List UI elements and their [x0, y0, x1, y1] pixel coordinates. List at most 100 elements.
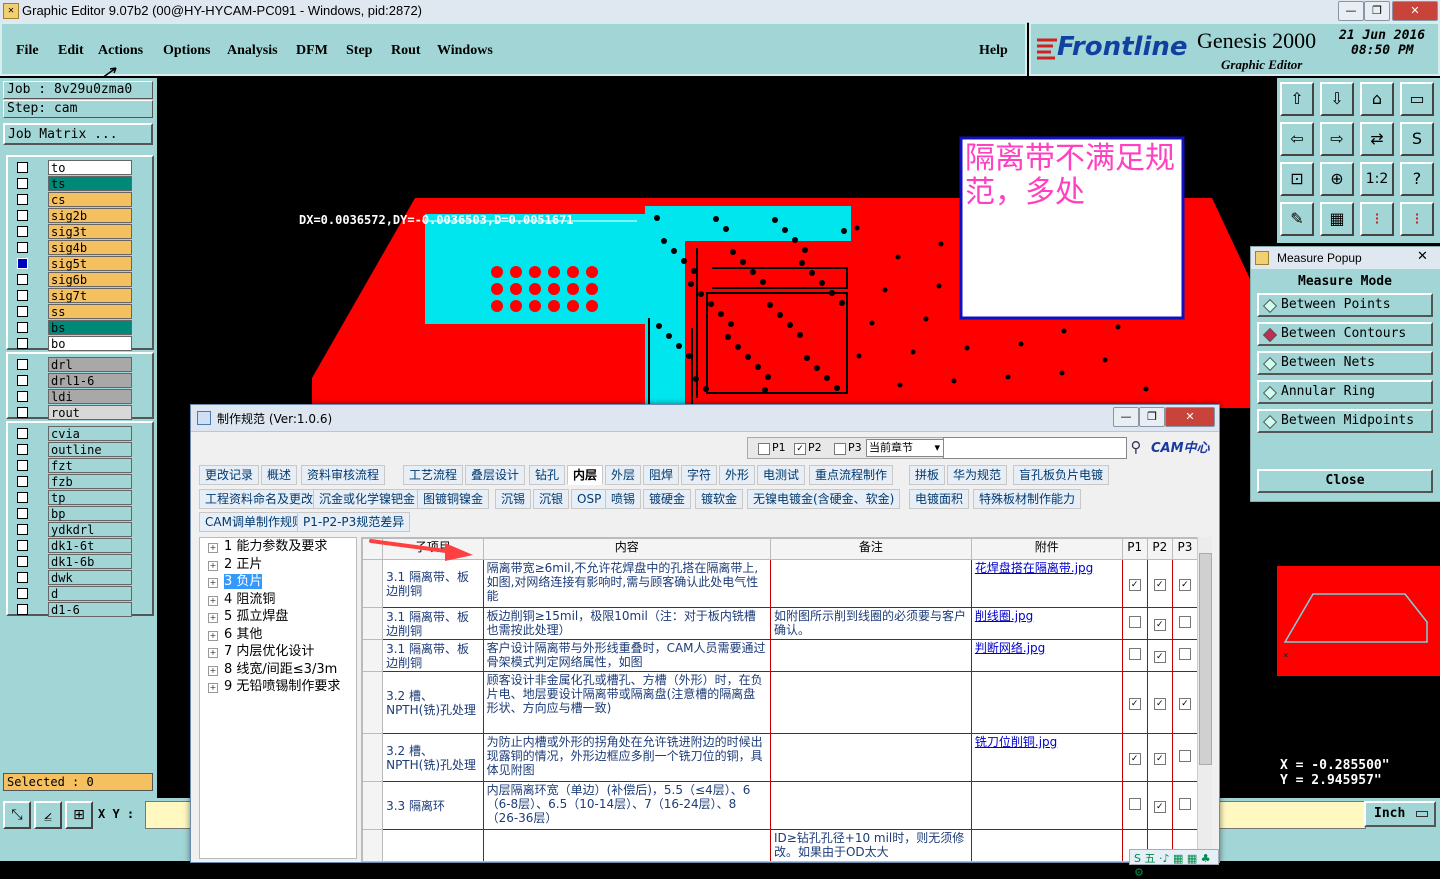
between-nets-option[interactable]: Between Nets	[1257, 351, 1433, 375]
zoom-box-icon[interactable]: ⊡	[1280, 162, 1314, 196]
layer-checkbox[interactable]	[17, 428, 28, 439]
p1-checkbox[interactable]	[1128, 798, 1141, 810]
column-header-5[interactable]: P2	[1146, 538, 1173, 560]
layer-name[interactable]: tp	[48, 490, 132, 505]
layer-row-sig6b[interactable]: sig6b	[14, 272, 132, 287]
layer-row-cvia[interactable]: cvia	[14, 426, 132, 441]
help-icon[interactable]: ?	[1400, 162, 1434, 196]
expand-icon[interactable]: +	[208, 595, 218, 606]
table-row[interactable]: ID≥钻孔孔径+10 mil时，则无须修改。如果由于OD太大	[362, 829, 1198, 861]
center-icon[interactable]: ⊕	[1320, 162, 1354, 196]
snap-icon[interactable]: ⤡	[3, 801, 31, 829]
layer-name[interactable]: dk1-6b	[48, 554, 132, 569]
layer-name[interactable]: dwk	[48, 570, 132, 585]
menu-file[interactable]: File	[16, 43, 39, 59]
tab-tabs_row1-12[interactable]: 重点流程制作	[809, 465, 894, 485]
angle-icon[interactable]: ⦤	[34, 801, 62, 829]
tab-tabs_row1-13[interactable]: 拼板	[909, 465, 946, 485]
p1-checkbox[interactable]	[1128, 648, 1141, 660]
menu-windows[interactable]: Windows	[437, 43, 493, 59]
layer-row-tp[interactable]: tp	[14, 490, 132, 505]
attachment-link[interactable]: 判断网络.jpg	[975, 641, 1045, 655]
row-indicator[interactable]	[362, 733, 384, 782]
attachment-link[interactable]: 铣刀位削铜.jpg	[975, 735, 1057, 749]
grid-snap-icon[interactable]: ⊞	[65, 801, 93, 829]
column-header-6[interactable]: P3	[1171, 538, 1198, 560]
layer-name[interactable]: sig7t	[48, 288, 132, 303]
s-curve-icon[interactable]: S	[1400, 122, 1434, 156]
table-row[interactable]: 3.1 隔离带、板边削铜 隔离带宽≥6mil,不允许花焊盘中的孔搭在隔离带上,如图…	[362, 559, 1198, 608]
row-indicator[interactable]	[362, 829, 384, 861]
layer-row-fzb[interactable]: fzb	[14, 474, 132, 489]
layer-name[interactable]: ss	[48, 304, 132, 319]
layer-name[interactable]: fzb	[48, 474, 132, 489]
layer-checkbox[interactable]	[17, 210, 28, 221]
layer-name[interactable]: drl1-6	[48, 373, 132, 388]
tree-item-3[interactable]: +3 负片	[208, 573, 356, 591]
layer-row-bp[interactable]: bp	[14, 506, 132, 521]
layer-checkbox[interactable]	[17, 556, 28, 567]
tab-tabs_row1-10[interactable]: 外形	[719, 465, 756, 485]
layer-checkbox[interactable]	[17, 162, 28, 173]
measure-close-icon[interactable]: ✕	[1417, 249, 1428, 264]
layer-row-d1-6[interactable]: d1-6	[14, 602, 132, 617]
tab-tabs_row2-0[interactable]: 工程资料命名及更改	[199, 489, 320, 509]
scale-1-2-icon[interactable]: 1:2	[1360, 162, 1394, 196]
menu-step[interactable]: Step	[346, 43, 372, 59]
dialog-close-icon[interactable]: ✕	[1165, 407, 1215, 427]
layer-row-bo[interactable]: bo	[14, 336, 132, 351]
scrollbar-thumb[interactable]	[1199, 553, 1212, 765]
p1-filter-checkbox[interactable]	[758, 443, 770, 455]
zoom-in-icon[interactable]: ⇧	[1280, 82, 1314, 116]
layer-checkbox[interactable]	[17, 540, 28, 551]
layer-name[interactable]: fzt	[48, 458, 132, 473]
p1-checkbox[interactable]: ✓	[1128, 579, 1141, 591]
layer-checkbox[interactable]	[17, 524, 28, 535]
tree-item-1[interactable]: +1 能力参数及要求	[208, 538, 356, 556]
layer-checkbox[interactable]	[17, 476, 28, 487]
layer-checkbox[interactable]	[17, 444, 28, 455]
p1-checkbox[interactable]: ✓	[1128, 753, 1141, 765]
p3-filter-checkbox[interactable]	[834, 443, 846, 455]
layer-row-ts[interactable]: ts	[14, 176, 132, 191]
tab-tabs_row1-9[interactable]: 字符	[681, 465, 718, 485]
layer-checkbox[interactable]	[17, 290, 28, 301]
layer-checkbox[interactable]	[17, 588, 28, 599]
layer-row-ldi[interactable]: ldi	[14, 389, 132, 404]
expand-icon[interactable]: +	[208, 648, 218, 658]
pan-left-icon[interactable]: ⇦	[1280, 122, 1314, 156]
tree-item-2[interactable]: +2 正片	[208, 556, 356, 574]
job-matrix-button[interactable]: Job Matrix ...	[3, 123, 153, 145]
layer-name[interactable]: sig2b	[48, 208, 132, 223]
layer-name[interactable]: ts	[48, 176, 132, 191]
layer-checkbox[interactable]	[17, 460, 28, 471]
layer-row-d[interactable]: d	[14, 586, 132, 601]
row-indicator[interactable]	[362, 781, 384, 830]
tab-tabs_row2-9[interactable]: 无镍电镀金(含硬金、软金)	[747, 489, 901, 509]
attachment-link[interactable]: 削线圈.jpg	[975, 609, 1033, 623]
layer-name[interactable]: drl	[48, 357, 132, 372]
column-header-1[interactable]: 内容	[482, 538, 771, 560]
layer-row-drl1-6[interactable]: drl1-6	[14, 373, 132, 388]
tree-item-9[interactable]: +9 无铅喷锡制作要求	[208, 678, 356, 696]
menu-dfm[interactable]: DFM	[296, 43, 328, 59]
p1-checkbox[interactable]	[1128, 616, 1141, 628]
tab-tabs_row1-0[interactable]: 更改记录	[199, 465, 260, 485]
tools-icon[interactable]: ✎	[1280, 202, 1314, 236]
table-row[interactable]: 3.2 槽、NPTH(铣)孔处理 为防止内槽或外形的拐角处在允许铣进附边的时候出现…	[362, 733, 1198, 782]
p2-checkbox[interactable]: ✓	[1153, 801, 1166, 813]
tab-tabs_row1-8[interactable]: 阻焊	[643, 465, 680, 485]
layer-row-ydkdrl[interactable]: ydkdrl	[14, 522, 132, 537]
p3-checkbox[interactable]	[1178, 798, 1191, 810]
layer-row-rout[interactable]: rout	[14, 405, 132, 420]
layer-row-sig2b[interactable]: sig2b	[14, 208, 132, 223]
tree-item-7[interactable]: +7 内层优化设计	[208, 643, 356, 661]
layer-row-sig3t[interactable]: sig3t	[14, 224, 132, 239]
menu-rout[interactable]: Rout	[391, 43, 421, 59]
layer-row-ss[interactable]: ss	[14, 304, 132, 319]
expand-icon[interactable]: +	[208, 665, 218, 676]
layer-checkbox[interactable]	[17, 274, 28, 285]
search-input[interactable]	[943, 437, 1127, 459]
dialog-minimize-icon[interactable]: —	[1113, 407, 1139, 427]
layer-row-drl[interactable]: drl	[14, 357, 132, 372]
